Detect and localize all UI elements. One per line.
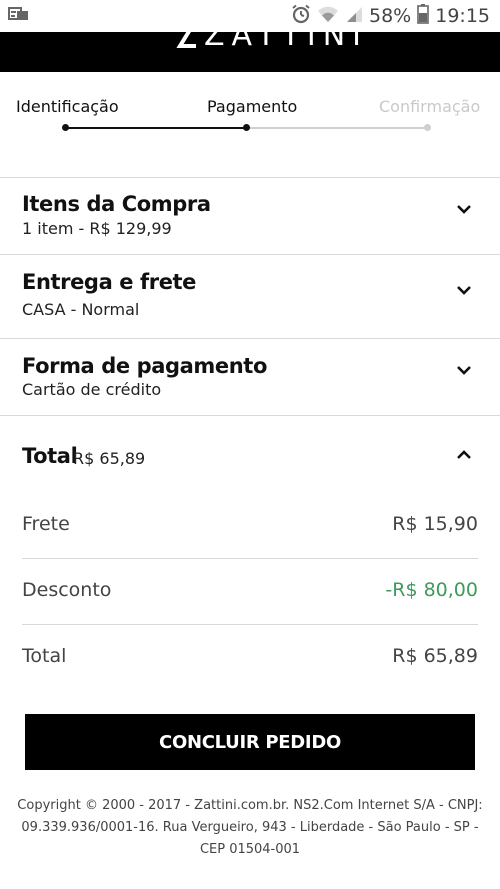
section-total-value: R$ 65,89	[73, 449, 146, 468]
section-delivery[interactable]: Entrega e frete CASA - Normal	[0, 254, 500, 338]
steps-track-pending	[247, 127, 427, 129]
section-items[interactable]: Itens da Compra 1 item - R$ 129,99	[0, 177, 500, 254]
steps-track-completed	[65, 127, 247, 129]
chevron-up-icon[interactable]	[456, 449, 472, 461]
section-items-subtitle: 1 item - R$ 129,99	[22, 219, 172, 238]
checkout-steps: Identificação Pagamento Confirmação	[0, 72, 500, 178]
status-bar: 58% 19:15	[0, 0, 500, 32]
summary-discount-value: -R$ 80,00	[385, 579, 478, 601]
summary-total-value: R$ 65,89	[392, 645, 478, 667]
signal-icon	[345, 5, 363, 28]
chevron-down-icon[interactable]	[456, 364, 472, 376]
section-payment-title: Forma de pagamento	[22, 354, 267, 378]
brand-logo[interactable]: ZATTINI	[172, 32, 368, 53]
section-total[interactable]: Total R$ 65,89	[0, 415, 500, 495]
chevron-down-icon[interactable]	[456, 284, 472, 296]
app-header: ZATTINI	[0, 32, 500, 72]
section-delivery-subtitle: CASA - Normal	[22, 300, 140, 319]
status-bar-right: 58% 19:15	[291, 3, 490, 29]
summary-row-shipping: Frete R$ 15,90	[22, 493, 478, 559]
summary-discount-label: Desconto	[22, 579, 112, 601]
wifi-icon	[317, 5, 339, 28]
summary-row-total: Total R$ 65,89	[22, 625, 478, 691]
section-payment-subtitle: Cartão de crédito	[22, 380, 162, 399]
step-payment-dot	[243, 124, 250, 131]
battery-percent: 58%	[369, 5, 412, 27]
section-total-title: Total	[22, 444, 78, 468]
section-items-title: Itens da Compra	[22, 192, 211, 216]
brand-logo-text: ZATTINI	[204, 32, 369, 53]
step-payment-label: Pagamento	[207, 97, 298, 116]
brand-logo-mark-icon	[172, 32, 198, 53]
clock: 19:15	[435, 5, 490, 27]
status-bar-left	[8, 6, 30, 27]
submit-order-button[interactable]: CONCLUIR PEDIDO	[25, 714, 475, 770]
alarm-icon	[291, 4, 311, 29]
step-identification-dot	[62, 124, 69, 131]
step-confirmation-label: Confirmação	[379, 97, 481, 116]
footer-copyright: Copyright © 2000 - 2017 - Zattini.com.br…	[17, 798, 483, 857]
step-confirmation-dot	[424, 124, 431, 131]
summary-total-label: Total	[22, 645, 67, 667]
summary-shipping-value: R$ 15,90	[392, 513, 478, 535]
summary-row-discount: Desconto -R$ 80,00	[22, 559, 478, 625]
battery-icon	[417, 3, 430, 29]
section-delivery-title: Entrega e frete	[22, 270, 197, 294]
section-payment[interactable]: Forma de pagamento Cartão de crédito	[0, 338, 500, 415]
chevron-down-icon[interactable]	[456, 203, 472, 215]
notification-icon	[8, 6, 30, 27]
summary-shipping-label: Frete	[22, 513, 70, 535]
step-identification-label: Identificação	[16, 97, 119, 116]
